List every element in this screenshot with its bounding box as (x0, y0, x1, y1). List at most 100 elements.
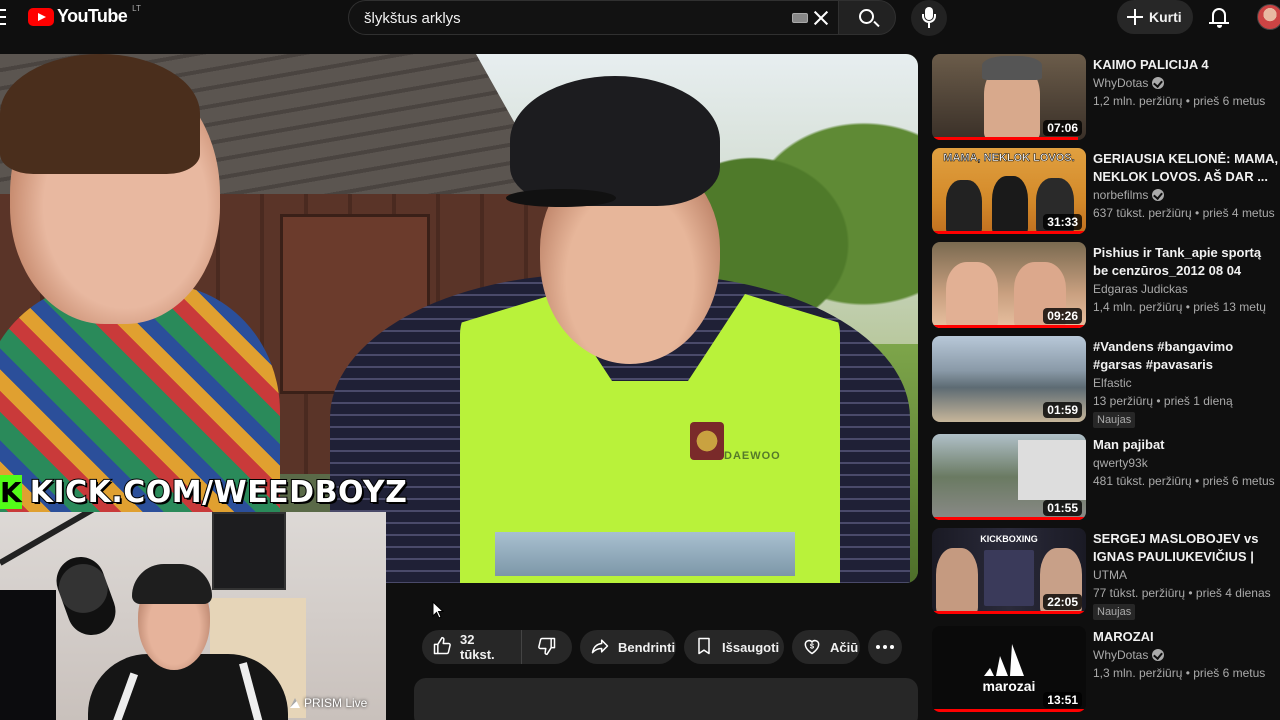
thumbs-down-icon (537, 636, 557, 659)
kick-overlay-banner: K KICK.COM/WEEDBOYZ (0, 472, 408, 512)
notifications-bell-icon[interactable] (1209, 6, 1229, 28)
channel-name-row[interactable]: Edgaras Judickas (1093, 282, 1188, 296)
watch-progress-bar (932, 611, 1086, 614)
like-button[interactable]: 32 tūkst. (422, 630, 522, 664)
channel-name[interactable]: qwerty93k (1093, 456, 1148, 470)
thanks-button[interactable]: $ Ačiū (792, 630, 860, 664)
channel-name-row[interactable]: WhyDotas (1093, 76, 1165, 90)
recommendation-title[interactable]: Pishius ir Tank_apie sportą be cenzūros_… (1093, 244, 1279, 280)
channel-name-row[interactable]: UTMA (1093, 568, 1127, 582)
search-button[interactable] (838, 0, 896, 35)
channel-name[interactable]: Edgaras Judickas (1093, 282, 1188, 296)
recommendation-title[interactable]: KAIMO PALICIJA 4 (1093, 56, 1279, 74)
description-box[interactable] (414, 678, 918, 720)
view-meta: 637 tūkst. peržiūrų • prieš 4 metus (1093, 206, 1275, 220)
duration-badge: 01:59 (1043, 402, 1082, 418)
video-thumbnail[interactable]: 01:59 (932, 336, 1086, 422)
thanks-label: Ačiū (830, 639, 859, 655)
logo-text: YouTube (57, 6, 128, 26)
more-actions-button[interactable] (868, 630, 902, 664)
search-query-text[interactable]: šlykštus arklys (364, 10, 461, 27)
vest-logo-text: DAEWOO (724, 450, 781, 462)
video-thumbnail[interactable]: KICKBOXING 22:05 (932, 528, 1086, 614)
verified-check-icon (1152, 77, 1165, 89)
prism-live-watermark: PRISM Live (290, 696, 367, 710)
clear-search-icon[interactable] (810, 7, 832, 29)
plus-icon (1127, 9, 1143, 25)
share-label: Bendrinti (618, 639, 676, 655)
recommendation-title[interactable]: MAROZAI (1093, 628, 1279, 646)
vest-badge-icon (690, 422, 724, 460)
video-thumbnail[interactable]: 09:26 (932, 242, 1086, 328)
like-dislike-group: 32 tūkst. (422, 630, 572, 664)
thumbnail-text: MAMA, NEKLOK LOVOS. (943, 152, 1075, 165)
watch-progress-bar (932, 325, 1086, 328)
adidas-logo-icon (984, 644, 1024, 676)
recommendation-title[interactable]: #Vandens #bangavimo #garsas #pavasaris (1093, 338, 1279, 374)
share-button[interactable]: Bendrinti (580, 630, 676, 664)
duration-badge: 01:55 (1043, 500, 1082, 516)
create-button[interactable]: Kurti (1117, 0, 1193, 34)
thumbs-up-icon (432, 636, 452, 659)
duration-badge: 07:06 (1043, 120, 1082, 136)
new-badge: Naujas (1093, 412, 1136, 428)
save-label: Išsaugoti (722, 639, 780, 655)
country-code: LT (132, 4, 141, 13)
recommendation-title[interactable]: GERIAUSIA KELIONĖ: MAMA, NEKLOK LOVOS. A… (1093, 150, 1279, 186)
channel-name[interactable]: WhyDotas (1093, 76, 1148, 90)
video-thumbnail[interactable]: marozai 13:51 (932, 626, 1086, 712)
channel-name-row[interactable]: qwerty93k (1093, 456, 1148, 470)
channel-name-row[interactable]: Elfastic (1093, 376, 1132, 390)
recommendation-title[interactable]: Man pajibat (1093, 436, 1279, 454)
dislike-button[interactable] (522, 630, 572, 664)
video-thumbnail[interactable]: 07:06 (932, 54, 1086, 140)
channel-name[interactable]: Elfastic (1093, 376, 1132, 390)
kick-url-text: KICK.COM/WEEDBOYZ (29, 474, 408, 511)
view-meta: 1,2 mln. peržiūrų • prieš 6 metus (1093, 94, 1266, 108)
view-meta: 481 tūkst. peržiūrų • prieš 6 metus (1093, 474, 1275, 488)
channel-name[interactable]: WhyDotas (1093, 648, 1148, 662)
voice-search-button[interactable] (911, 0, 947, 36)
watch-progress-bar (932, 231, 1086, 234)
prism-icon (290, 698, 300, 708)
channel-name[interactable]: UTMA (1093, 568, 1127, 582)
view-meta: 13 peržiūrų • prieš 1 dieną (1093, 394, 1233, 408)
microphone-icon (49, 550, 123, 642)
youtube-logo[interactable]: YouTube LT (28, 4, 141, 27)
youtube-play-icon (28, 7, 54, 26)
webcam-overlay (0, 512, 386, 720)
recommendation-item[interactable]: MAMA, NEKLOK LOVOS. 31:33 GERIAUSIA KELI… (932, 148, 1280, 236)
account-avatar[interactable] (1257, 4, 1280, 30)
watch-progress-bar (932, 709, 1086, 712)
search-input[interactable]: šlykštus arklys (348, 0, 838, 35)
recommendation-item[interactable]: KICKBOXING 22:05 SERGEJ MASLOBOJEV vs IG… (932, 528, 1280, 620)
recommendation-item[interactable]: marozai 13:51 MAROZAI WhyDotas 1,3 mln. … (932, 626, 1280, 714)
video-thumbnail[interactable]: MAMA, NEKLOK LOVOS. 31:33 (932, 148, 1086, 234)
recommendation-item[interactable]: 01:55 Man pajibat qwerty93k 481 tūkst. p… (932, 434, 1280, 522)
thumbnail-text: KICKBOXING (980, 534, 1038, 544)
top-bar: YouTube LT šlykštus arklys Kurti (0, 0, 1280, 36)
thumbnail-text: marozai (982, 678, 1036, 694)
video-actions: 32 tūkst. Bendrinti Išsaugoti $ Ačiū (422, 630, 902, 664)
channel-name[interactable]: norbefilms (1093, 188, 1148, 202)
recommendation-item[interactable]: 09:26 Pishius ir Tank_apie sportą be cen… (932, 242, 1280, 330)
recommendation-title[interactable]: SERGEJ MASLOBOJEV vs IGNAS PAULIUKEVIČIU… (1093, 530, 1279, 566)
new-badge: Naujas (1093, 604, 1136, 620)
like-count: 32 tūkst. (460, 632, 495, 662)
save-button[interactable]: Išsaugoti (684, 630, 784, 664)
kick-logo-icon: K (0, 475, 22, 509)
menu-icon[interactable] (0, 9, 6, 25)
keyboard-icon[interactable] (792, 13, 808, 23)
duration-badge: 31:33 (1043, 214, 1082, 230)
view-meta: 1,3 mln. peržiūrų • prieš 6 metus (1093, 666, 1266, 680)
video-thumbnail[interactable]: 01:55 (932, 434, 1086, 520)
channel-name-row[interactable]: WhyDotas (1093, 648, 1165, 662)
verified-check-icon (1152, 189, 1165, 201)
prism-label-text: PRISM Live (304, 696, 368, 710)
recommendation-item[interactable]: 01:59 #Vandens #bangavimo #garsas #pavas… (932, 336, 1280, 428)
recommendation-item[interactable]: 07:06 KAIMO PALICIJA 4 WhyDotas 1,2 mln.… (932, 54, 1280, 142)
channel-name-row[interactable]: norbefilms (1093, 188, 1165, 202)
duration-badge: 13:51 (1043, 692, 1082, 708)
watch-progress-bar (932, 137, 1079, 140)
watch-progress-bar (932, 517, 1086, 520)
